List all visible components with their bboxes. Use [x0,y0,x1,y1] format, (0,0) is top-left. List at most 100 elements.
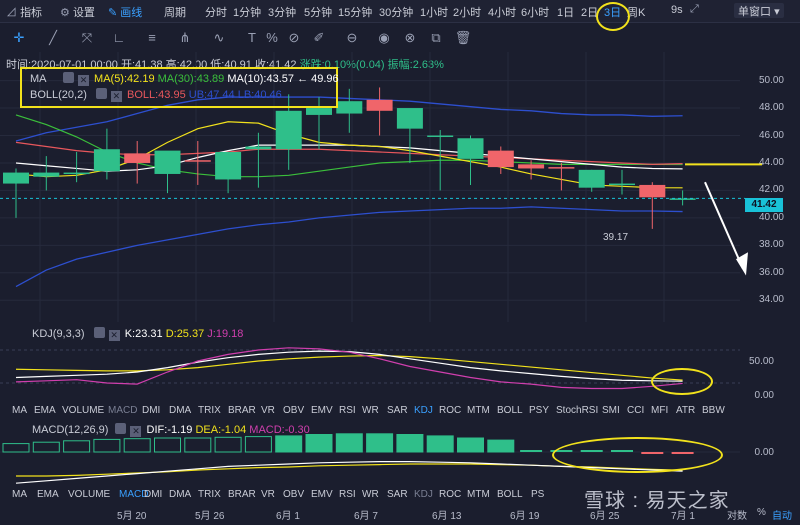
hide-icon[interactable]: ⊗ [401,29,419,47]
log-scale-toggle[interactable]: 对数 [727,507,747,522]
text-icon[interactable]: T [243,29,261,47]
pitchfork-icon[interactable]: ⋔ [176,29,194,47]
period-7[interactable]: 2小时 [453,4,481,20]
upper-tab-boll[interactable]: BOLL [497,405,523,416]
magnet-icon[interactable]: ⊘ [285,29,303,47]
ma-settings-icon[interactable] [62,72,74,83]
lower-tab-wr[interactable]: WR [362,489,379,500]
candle-body [124,153,151,163]
period-3[interactable]: 5分钟 [304,4,332,20]
upper-tab-smi[interactable]: SMI [602,405,620,416]
period-label: 周期 [164,7,186,19]
candle-body [609,183,635,186]
price-tick-6: 38.00 [758,239,784,251]
candle-body [336,101,363,114]
fullscreen-icon[interactable]: ⤢ [690,3,699,16]
lower-tab-rsi[interactable]: RSI [339,489,356,500]
parallel-lines-icon[interactable]: ≡ [143,29,161,47]
upper-tab-kdj[interactable]: KDJ [414,405,433,416]
macd-bar [457,437,484,453]
lower-tab-kdj[interactable]: KDJ [414,489,433,500]
upper-tab-mfi[interactable]: MFI [651,405,668,416]
upper-tab-ma[interactable]: MA [12,405,27,416]
upper-tab-dmi[interactable]: DMI [142,405,160,416]
upper-tab-bbw[interactable]: BBW [702,405,725,416]
wave-icon[interactable]: ∿ [210,29,228,47]
boll-settings-icon[interactable] [95,88,107,99]
macd-bar [2,443,30,453]
indicator-button[interactable]: ⊿ 指标 [6,4,42,20]
crosshair-icon[interactable]: ✛ [10,29,28,47]
ma-close-icon[interactable]: ✕ [77,75,89,86]
upper-tab-sar[interactable]: SAR [387,405,408,416]
ma-legend: MA ✕ MA(5):42.19 MA(30):43.89 MA(10):43.… [30,72,339,86]
angle-icon[interactable]: ∟ [110,29,128,47]
candle-body [306,108,332,115]
upper-tab-trix[interactable]: TRIX [198,405,221,416]
period-2[interactable]: 3分钟 [268,4,296,20]
upper-tab-dma[interactable]: DMA [169,405,191,416]
upper-tab-rsi[interactable]: RSI [339,405,356,416]
upper-tab-volume[interactable]: VOLUME [62,405,104,416]
lower-tab-vr[interactable]: VR [261,489,275,500]
candle-body [184,160,211,162]
macd-bar [184,437,212,453]
lower-tab-trix[interactable]: TRIX [198,489,221,500]
lower-tab-volume[interactable]: VOLUME [68,489,110,500]
period-5[interactable]: 30分钟 [379,4,413,20]
fib-icon[interactable]: % [263,29,281,47]
pencil-icon: ✎ [108,7,118,19]
percent-scale-toggle[interactable]: % [757,507,766,518]
upper-tab-wr[interactable]: WR [362,405,379,416]
lower-tab-dma[interactable]: DMA [169,489,191,500]
ruler-icon[interactable]: ✐ [310,29,328,47]
trash-icon[interactable]: 🗑 [454,29,472,47]
draw-button[interactable]: ✎ 画线 [108,4,142,20]
upper-tab-macd[interactable]: MACD [108,405,137,416]
cross-line-icon[interactable]: ⤧ [78,29,96,47]
candle-body [578,169,605,188]
upper-tab-mtm[interactable]: MTM [467,405,490,416]
lower-tab-mtm[interactable]: MTM [467,489,490,500]
period-8[interactable]: 4小时 [488,4,516,20]
lower-tab-ma[interactable]: MA [12,489,27,500]
lower-tab-ema[interactable]: EMA [37,489,59,500]
lock-icon[interactable]: ⊖ [343,29,361,47]
upper-tab-ema[interactable]: EMA [34,405,56,416]
period-10[interactable]: 1日 [557,4,574,20]
upper-tab-obv[interactable]: OBV [283,405,304,416]
period-1[interactable]: 1分钟 [233,4,261,20]
upper-tab-atr[interactable]: ATR [676,405,695,416]
layers-icon[interactable]: ⧉ [427,29,445,47]
upper-tab-roc[interactable]: ROC [439,405,461,416]
upper-tab-brar[interactable]: BRAR [228,405,256,416]
lower-tab-roc[interactable]: ROC [439,489,461,500]
lower-tab-boll[interactable]: BOLL [497,489,523,500]
lower-tab-dmi[interactable]: DMI [144,489,162,500]
lower-tab-obv[interactable]: OBV [283,489,304,500]
macd-bar [63,440,91,453]
upper-tab-psy[interactable]: PSY [529,405,549,416]
interval-refresh[interactable]: 9s [671,4,683,16]
period-0[interactable]: 分时 [205,4,227,20]
period-9[interactable]: 6小时 [521,4,549,20]
lower-tab-brar[interactable]: BRAR [228,489,256,500]
period-4[interactable]: 15分钟 [338,4,372,20]
upper-tab-stochrsi[interactable]: StochRSI [556,405,598,416]
upper-tab-cci[interactable]: CCI [627,405,644,416]
watermark: 雪球 : 易天之家 [584,490,730,512]
eye-icon[interactable]: ◉ [375,29,393,47]
macd-bar [366,433,394,453]
upper-tab-vr[interactable]: VR [261,405,275,416]
upper-tab-emv[interactable]: EMV [311,405,333,416]
period-6[interactable]: 1小时 [420,4,448,20]
lower-tab-emv[interactable]: EMV [311,489,333,500]
lower-tab-sar[interactable]: SAR [387,489,408,500]
boll-close-icon[interactable]: ✕ [110,91,122,102]
lower-tab-ps[interactable]: PS [531,489,544,500]
trendline-icon[interactable]: ╱ [44,29,62,47]
settings-button[interactable]: ⚙ 设置 [60,4,95,20]
auto-scale-toggle[interactable]: 自动 [772,507,792,522]
window-mode-select[interactable]: 单窗口 ▾ [734,3,784,18]
time-label-1: 5月 26 [195,511,225,522]
